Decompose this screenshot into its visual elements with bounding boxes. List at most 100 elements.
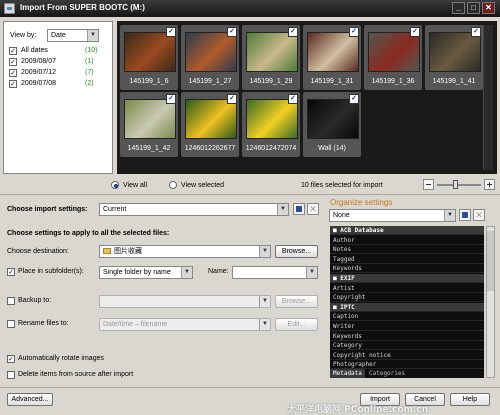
date-checkbox[interactable]: ✓	[9, 69, 17, 77]
backup-select[interactable]: ▼	[99, 295, 271, 308]
metadata-section-header[interactable]: ■ EXIF	[330, 274, 484, 283]
photo-thumbnail[interactable]	[185, 32, 237, 72]
thumbnail-tile[interactable]: ✓ 145199_1_29	[242, 25, 300, 90]
organize-select[interactable]: None ▼	[329, 209, 456, 222]
metadata-field[interactable]: Tagged	[330, 255, 484, 264]
thumbnail-tile[interactable]: ✓ 145199_1_6	[120, 25, 178, 90]
divider	[0, 194, 500, 195]
backup-checkbox[interactable]	[7, 297, 15, 305]
thumbnail-checkbox[interactable]: ✓	[166, 94, 176, 104]
metadata-field[interactable]: Category	[330, 341, 484, 351]
tab-metadata[interactable]: Metadata	[330, 369, 365, 378]
zoom-out-button[interactable]	[423, 179, 434, 190]
view-by-select[interactable]: Date ▼	[47, 29, 99, 42]
metadata-field[interactable]: Artist	[330, 284, 484, 293]
thumbnail-tile[interactable]: ✓ 145199_1_31	[303, 25, 361, 90]
thumbnail-checkbox[interactable]: ✓	[227, 27, 237, 37]
thumbnail-label: 145199_1_41	[432, 78, 476, 85]
delete-settings-icon[interactable]: ✕	[307, 203, 319, 215]
thumbnail-size-slider[interactable]	[437, 184, 481, 186]
rename-edit-button[interactable]: Edit...	[275, 318, 318, 331]
photo-thumbnail[interactable]	[185, 99, 237, 139]
backup-browse-button[interactable]: Browse...	[275, 295, 318, 308]
thumbnail-tile[interactable]: ✓ Wall (14)	[303, 92, 361, 157]
slider-thumb[interactable]	[453, 180, 458, 189]
thumbnail-tile[interactable]: ✓ 145199_1_41	[425, 25, 483, 90]
zoom-in-button[interactable]	[484, 179, 495, 190]
thumbnail-checkbox[interactable]: ✓	[410, 27, 420, 37]
delete-items-label: Delete items from source after import	[18, 371, 134, 378]
thumbnail-tile[interactable]: ✓ 145199_1_36	[364, 25, 422, 90]
delete-items-checkbox[interactable]	[7, 371, 15, 379]
thumbnail-checkbox[interactable]: ✓	[288, 94, 298, 104]
date-checkbox[interactable]: ✓	[9, 47, 17, 55]
advanced-button[interactable]: Advanced...	[7, 393, 53, 406]
photo-thumbnail[interactable]	[246, 32, 298, 72]
metadata-field[interactable]: Copyright	[330, 293, 484, 303]
metadata-scrollbar[interactable]	[486, 226, 495, 378]
auto-rotate-checkbox[interactable]: ✓	[7, 355, 15, 363]
thumbnail-checkbox[interactable]: ✓	[349, 94, 359, 104]
view-all-label: View all	[123, 182, 147, 189]
destination-select[interactable]: 图片收藏 ▼	[99, 245, 271, 258]
maximize-button[interactable]: □	[467, 2, 480, 14]
delete-organize-icon[interactable]: ✕	[473, 209, 485, 221]
help-button[interactable]: Help	[450, 393, 490, 406]
date-checkbox[interactable]: ✓	[9, 80, 17, 88]
date-filter-item[interactable]: ✓ 2009/08/07 (1)	[9, 58, 109, 68]
thumbnail-tile[interactable]: ✓ 145199_1_27	[181, 25, 239, 90]
thumbnail-tile[interactable]: ✓ 1246012262677	[181, 92, 239, 157]
auto-rotate-label: Automatically rotate images	[18, 355, 104, 362]
photo-thumbnail[interactable]	[429, 32, 481, 72]
destination-browse-button[interactable]: Browse...	[275, 245, 318, 258]
chevron-down-icon: ▼	[259, 319, 270, 330]
metadata-section-header[interactable]: ■ ACB Database	[330, 226, 484, 235]
organize-value: None	[333, 212, 350, 219]
import-settings-select[interactable]: Current ▼	[99, 203, 289, 216]
view-all-radio[interactable]	[111, 181, 119, 189]
minimize-button[interactable]: _	[452, 2, 465, 14]
rename-checkbox[interactable]	[7, 320, 15, 328]
metadata-field[interactable]: Keywords	[330, 264, 484, 274]
name-label: Name:	[208, 268, 229, 275]
thumbnail-checkbox[interactable]: ✓	[166, 27, 176, 37]
close-button[interactable]: ✕	[482, 2, 495, 14]
metadata-field[interactable]: Copyright notice	[330, 351, 484, 360]
photo-thumbnail[interactable]	[124, 99, 176, 139]
date-filter-item[interactable]: ✓ 2009/07/12 (7)	[9, 69, 109, 79]
photo-thumbnail[interactable]	[124, 32, 176, 72]
thumbnail-tile[interactable]: ✓ 145199_1_42	[120, 92, 178, 157]
thumbnail-checkbox[interactable]: ✓	[288, 27, 298, 37]
date-filter-panel: View by: Date ▼ ✓ All dates (10) ✓ 2009/08/0…	[3, 21, 113, 174]
save-settings-icon[interactable]	[293, 203, 305, 215]
thumbnail-checkbox[interactable]: ✓	[349, 27, 359, 37]
photo-thumbnail[interactable]	[307, 99, 359, 139]
save-organize-icon[interactable]	[459, 209, 471, 221]
subfolder-select[interactable]: Single folder by name ▼	[99, 266, 193, 279]
title-bar: Import From SUPER BOOTC (M:) _ □ ✕	[0, 0, 500, 17]
date-count: (1)	[85, 58, 94, 65]
metadata-field[interactable]: Caption	[330, 312, 484, 322]
metadata-section-header[interactable]: ■ IPTC	[330, 302, 484, 312]
thumbnail-label: 1246012262677	[184, 145, 236, 152]
scrollbar-thumb[interactable]	[487, 231, 494, 291]
subfolder-name-select[interactable]: ▼	[232, 266, 318, 279]
thumbnail-tile[interactable]: ✓ 1246012472074	[242, 92, 300, 157]
photo-thumbnail[interactable]	[368, 32, 420, 72]
thumbnail-checkbox[interactable]: ✓	[227, 94, 237, 104]
thumbnail-checkbox[interactable]: ✓	[471, 27, 481, 37]
rename-select[interactable]: Date/time – filename ▼	[99, 318, 271, 331]
photo-thumbnail[interactable]	[246, 99, 298, 139]
date-filter-item[interactable]: ✓ 2009/07/08 (2)	[9, 80, 109, 90]
metadata-field[interactable]: Keywords	[330, 332, 484, 341]
metadata-field[interactable]: Author	[330, 236, 484, 245]
metadata-field[interactable]: Writer	[330, 322, 484, 331]
date-filter-item[interactable]: ✓ All dates (10)	[9, 47, 109, 57]
tab-categories[interactable]: Categories	[366, 369, 408, 378]
view-selected-radio[interactable]	[169, 181, 177, 189]
subfolder-checkbox[interactable]: ✓	[7, 268, 15, 276]
date-checkbox[interactable]: ✓	[9, 58, 17, 66]
photo-thumbnail[interactable]	[307, 32, 359, 72]
grid-scrollbar[interactable]	[483, 25, 493, 170]
metadata-field[interactable]: Notes	[330, 245, 484, 255]
